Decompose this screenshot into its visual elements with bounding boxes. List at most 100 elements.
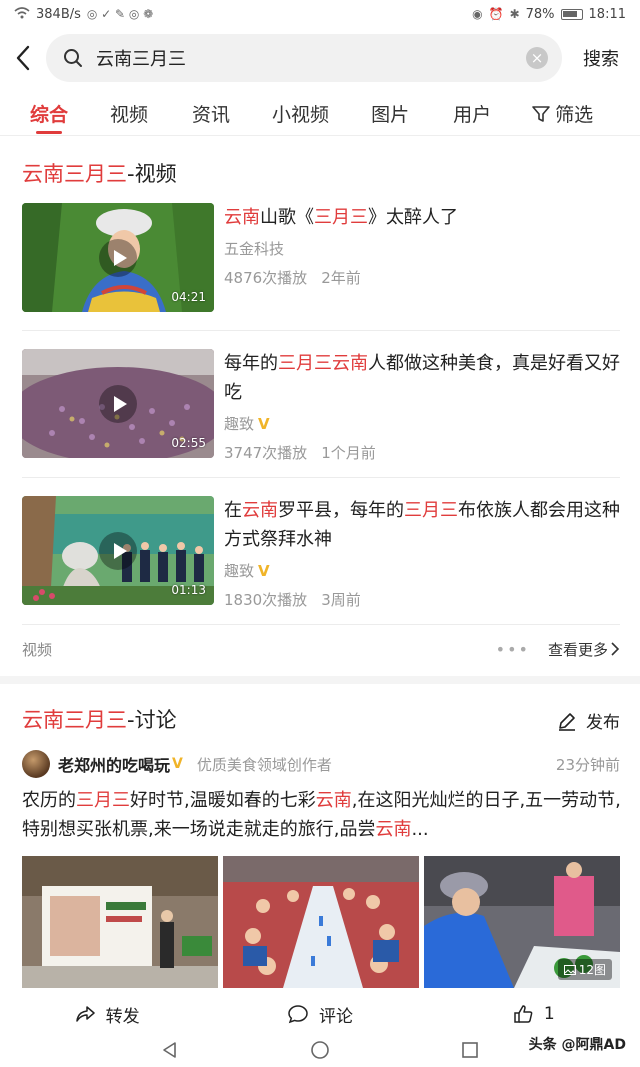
discussion-section-title-suffix: -讨论 — [127, 708, 177, 732]
clear-icon[interactable]: × — [526, 47, 548, 69]
video-title[interactable]: 云南山歌《三月三》太醉人了 — [224, 203, 620, 232]
text-part: 三月三 — [76, 790, 130, 811]
share-icon — [75, 1006, 95, 1022]
post-actions: 转发 评论 1 — [0, 996, 640, 1032]
search-input[interactable]: 云南三月三 × — [46, 34, 562, 82]
nav-back-icon[interactable] — [160, 1040, 180, 1060]
view-more-label: 查看更多 — [547, 640, 608, 659]
video-age: 2年前 — [321, 269, 361, 287]
comment-button[interactable]: 评论 — [213, 1002, 426, 1027]
video-duration: 04:21 — [171, 290, 206, 304]
video-plays: 1830次播放 — [224, 591, 308, 609]
divider — [22, 477, 620, 478]
alarm-icon: ⏰ — [488, 7, 504, 21]
nav-recents-icon[interactable] — [460, 1040, 480, 1060]
author-description: 优质美食领域创作者 — [196, 755, 332, 774]
video-source-name: 五金科技 — [224, 240, 285, 258]
text-part: 农历的 — [22, 790, 76, 811]
tab-images[interactable]: 图片 — [371, 92, 409, 136]
filter-button[interactable]: 筛选 — [531, 92, 593, 136]
video-meta: 3747次播放 1个月前 — [224, 442, 620, 463]
bluetooth-icon: ✱ — [509, 7, 520, 21]
share-button[interactable]: 转发 — [0, 1002, 213, 1027]
thumbs-up-icon — [514, 1005, 533, 1023]
video-title[interactable]: 在云南罗平县，每年的三月三布依族人都会用这种方式祭拜水神 — [224, 496, 620, 554]
title-part: 云南 — [242, 500, 278, 521]
post-photo[interactable] — [22, 856, 218, 988]
video-duration: 01:13 — [171, 583, 206, 597]
nav-home-icon[interactable] — [310, 1040, 330, 1060]
like-button[interactable]: 1 — [427, 1003, 640, 1025]
video-duration: 02:55 — [171, 436, 206, 450]
title-part: 云南 — [224, 207, 260, 228]
clock: 18:11 — [588, 6, 626, 22]
play-icon — [99, 238, 137, 277]
video-age: 1个月前 — [321, 444, 376, 462]
tab-news[interactable]: 资讯 — [192, 92, 230, 136]
video-source[interactable]: 五金科技 — [224, 238, 620, 259]
post-photo[interactable] — [223, 856, 419, 988]
notification-icons: ◎ ✓ ✎ ◎ ❁ — [86, 7, 154, 21]
video-card[interactable]: 04:21 云南山歌《三月三》太醉人了 五金科技 4876次播放 2年前 — [22, 203, 620, 313]
like-count: 1 — [543, 1004, 555, 1024]
chevron-left-icon — [16, 45, 30, 71]
title-part: 每年的 — [224, 353, 278, 374]
post-photo[interactable]: 12图 — [424, 856, 620, 988]
photo-art — [22, 856, 218, 988]
search-query: 云南三月三 — [96, 49, 186, 70]
video-thumbnail[interactable]: 04:21 — [22, 203, 214, 312]
title-part: 三月三 — [404, 500, 458, 521]
share-label: 转发 — [105, 1006, 140, 1027]
verified-badge-icon: V — [258, 561, 270, 580]
text-part: 好时节,温暖如春的七彩 — [130, 790, 316, 811]
back-button[interactable] — [0, 32, 46, 84]
filter-icon — [532, 105, 550, 122]
post-photos: 12图 — [22, 856, 620, 988]
eye-icon: ◉ — [472, 7, 483, 21]
section-label: 视频 — [22, 640, 53, 659]
post-text[interactable]: 农历的三月三好时节,温暖如春的七彩云南,在这阳光灿烂的日子,五一劳动节,特别想买… — [22, 786, 622, 844]
battery-icon — [560, 8, 583, 20]
photo-art — [223, 856, 419, 988]
title-part: 三月三 — [314, 207, 368, 228]
author-name[interactable]: 老郑州的吃喝玩 — [58, 752, 170, 776]
post-author-row: 老郑州的吃喝玩 V 优质美食领域创作者 23分钟前 — [22, 750, 620, 778]
video-section-footer: 视频 ••• 查看更多 — [22, 636, 620, 662]
video-card[interactable]: 02:55 每年的三月三云南人都做这种美食，真是好看又好吃 趣致 V 3747次播… — [22, 349, 620, 462]
publish-label: 发布 — [586, 713, 620, 733]
search-button[interactable]: 搜索 — [562, 45, 640, 71]
video-plays: 3747次播放 — [224, 444, 308, 462]
title-part: 山歌《 — [260, 207, 314, 228]
video-thumbnail[interactable]: 01:13 — [22, 496, 214, 605]
tab-short-video[interactable]: 小视频 — [272, 92, 329, 136]
video-thumbnail[interactable]: 02:55 — [22, 349, 214, 458]
image-icon — [563, 964, 576, 975]
text-part: ... — [411, 819, 429, 840]
video-age: 3周前 — [321, 591, 361, 609]
comment-icon — [288, 1005, 308, 1024]
tab-bar: 综合 视频 资讯 小视频 图片 用户 筛选 — [0, 92, 640, 136]
status-bar: 384B/s ◎ ✓ ✎ ◎ ❁ ◉ ⏰ ✱ 78% 18:11 — [0, 0, 640, 28]
more-options-icon[interactable]: ••• — [496, 640, 530, 659]
video-source[interactable]: 趣致 V — [224, 560, 620, 581]
tab-video[interactable]: 视频 — [110, 92, 148, 136]
text-part: 云南 — [315, 790, 352, 811]
tab-users[interactable]: 用户 — [453, 92, 491, 136]
video-source-name: 趣致 — [224, 562, 255, 580]
battery-percent: 78% — [525, 6, 555, 22]
video-title[interactable]: 每年的三月三云南人都做这种美食，真是好看又好吃 — [224, 349, 620, 407]
text-part: 云南 — [375, 819, 412, 840]
comment-label: 评论 — [318, 1006, 353, 1027]
post-time: 23分钟前 — [555, 755, 620, 774]
discussion-section-title-keyword: 云南三月三 — [22, 708, 127, 732]
video-meta: 4876次播放 2年前 — [224, 267, 620, 288]
video-card[interactable]: 01:13 在云南罗平县，每年的三月三布依族人都会用这种方式祭拜水神 趣致 V 1… — [22, 496, 620, 609]
verified-badge-icon: V — [258, 414, 270, 433]
publish-button[interactable]: 发布 — [556, 708, 620, 733]
discussion-section-title: 云南三月三-讨论 — [22, 704, 177, 734]
avatar[interactable] — [22, 750, 50, 778]
video-source[interactable]: 趣致 V — [224, 413, 620, 434]
tab-comprehensive[interactable]: 综合 — [30, 92, 68, 136]
filter-label: 筛选 — [555, 104, 594, 126]
view-more-link[interactable]: 查看更多 — [548, 639, 620, 660]
